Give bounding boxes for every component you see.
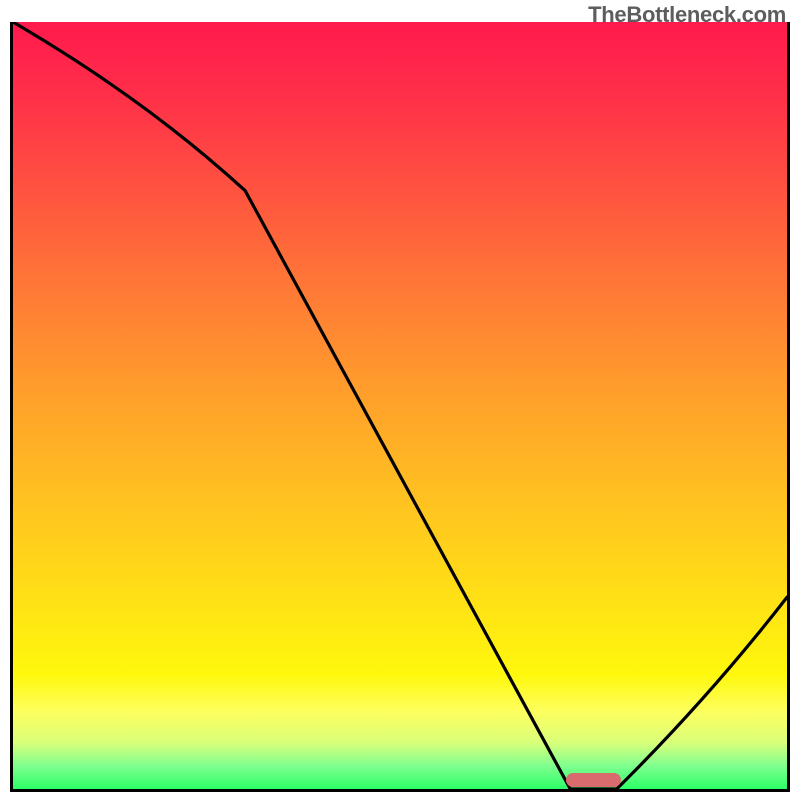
optimal-range-marker xyxy=(566,773,620,787)
chart-plot-area xyxy=(10,22,790,792)
bottleneck-curve xyxy=(13,22,787,789)
